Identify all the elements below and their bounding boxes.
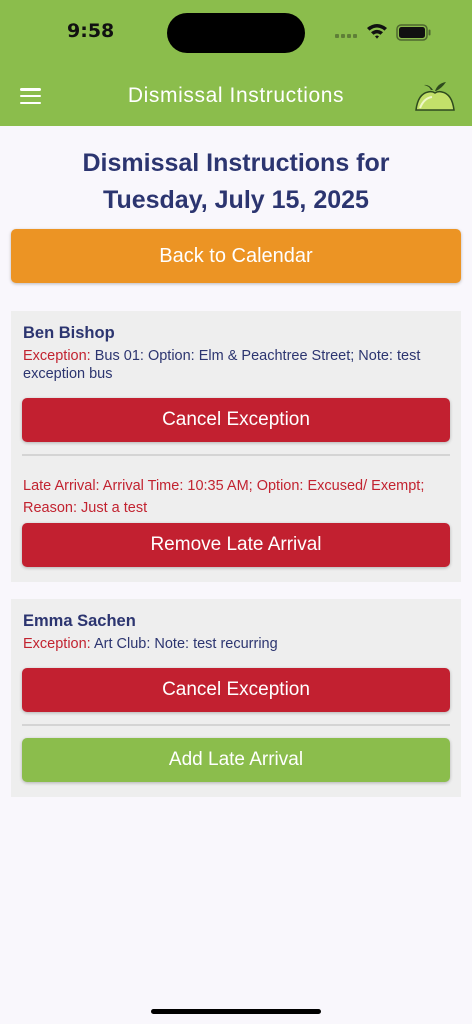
divider: [22, 454, 450, 456]
exception-detail: Exception: Art Club: Note: test recurrin…: [23, 635, 448, 653]
dynamic-island: [167, 13, 305, 53]
back-to-calendar-button[interactable]: Back to Calendar: [11, 229, 461, 283]
late-arrival-detail: Late Arrival: Arrival Time: 10:35 AM; Op…: [23, 478, 425, 516]
exception-text: Art Club: Note: test recurring: [90, 636, 278, 652]
page-title: Dismissal Instructions for Tuesday, July…: [0, 145, 472, 219]
exception-detail: Exception: Bus 01: Option: Elm & Peachtr…: [23, 347, 448, 383]
app-header: 9:58 Dismissal Instructions: [0, 0, 472, 126]
app-title: Dismissal Instructions: [127, 84, 345, 107]
add-late-arrival-button[interactable]: Add Late Arrival: [22, 738, 450, 782]
cancel-exception-button[interactable]: Cancel Exception: [22, 398, 450, 442]
page-title-date: Tuesday, July 15, 2025: [103, 186, 369, 214]
signal-icon: [335, 34, 357, 38]
student-name: Ben Bishop: [23, 324, 115, 342]
cancel-exception-button[interactable]: Cancel Exception: [22, 668, 450, 712]
remove-late-arrival-button[interactable]: Remove Late Arrival: [22, 523, 450, 567]
status-time: 9:58: [67, 20, 115, 42]
divider: [22, 724, 450, 726]
apple-logo-icon: [415, 82, 455, 111]
home-indicator[interactable]: [151, 1009, 321, 1014]
exception-label: Exception:: [23, 636, 91, 652]
battery-icon: [396, 24, 431, 41]
student-name: Emma Sachen: [23, 612, 136, 630]
page-title-line1: Dismissal Instructions for: [82, 149, 390, 177]
wifi-icon: [367, 24, 387, 39]
exception-label: Exception:: [23, 348, 91, 364]
student-card: Emma Sachen Exception: Art Club: Note: t…: [11, 599, 461, 797]
student-card: Ben Bishop Exception: Bus 01: Option: El…: [11, 311, 461, 582]
